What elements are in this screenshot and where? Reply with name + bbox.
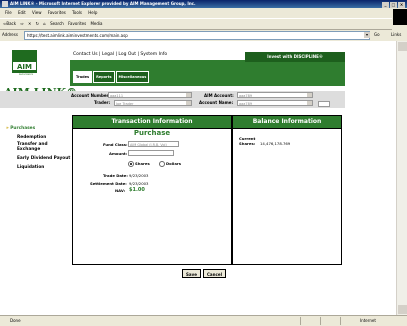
transaction-panel: Transaction Information Purchase Fund Cl… (72, 115, 232, 265)
refresh-button[interactable]: ↻ (36, 21, 39, 26)
chevron-down-icon (186, 93, 191, 97)
chevron-down-icon (307, 93, 312, 97)
shares-radio[interactable] (128, 161, 134, 167)
menu-favorites[interactable]: Favorites (48, 10, 66, 15)
shares-balance-value: 14,476,178.769 (260, 141, 291, 146)
trade-date-label: Trade Date: (103, 173, 128, 178)
back-button[interactable]: ⇦Back (3, 21, 16, 26)
settlement-date-value: 9/23/2003 (129, 181, 149, 186)
chevron-down-icon (307, 101, 312, 105)
favorites-button[interactable]: Favorites (68, 21, 86, 26)
nav-redemption[interactable]: Redemption (17, 135, 46, 140)
cancel-button[interactable]: Cancel (203, 269, 226, 278)
menu-tools[interactable]: Tools (72, 10, 82, 15)
windows-logo-icon (393, 9, 407, 25)
stop-button[interactable]: ✕ (28, 21, 31, 26)
shares-label: Shares: (239, 141, 256, 146)
fund-class-label: Fund Class: (103, 142, 128, 147)
ie-icon (2, 1, 8, 7)
status-bar: Done Internet (0, 315, 407, 326)
home-button[interactable]: ⌂ (43, 21, 46, 26)
dollars-option-label: Dollars (166, 161, 182, 166)
scroll-down-icon[interactable] (398, 305, 407, 314)
menu-view[interactable]: View (32, 10, 42, 15)
address-label: Address (2, 32, 18, 37)
menu-help[interactable]: Help (88, 10, 97, 15)
trader-select[interactable]: Joe Trader (114, 100, 192, 106)
dollars-radio[interactable] (159, 161, 165, 167)
account-name-extra-field[interactable] (318, 101, 330, 107)
amount-input[interactable] (128, 150, 174, 156)
page-content: AIM INVESTMENTS AIM LINK® © 2003 AIM Man… (0, 41, 396, 315)
fund-class-select[interactable]: AIM Global (I.R.B. Vol) (128, 141, 179, 147)
trader-label: Trader: (94, 100, 111, 105)
filter-side-background (0, 91, 70, 108)
status-divider (340, 317, 341, 325)
forward-button[interactable]: ⇨ (20, 21, 23, 26)
trade-date-value: 9/23/2003 (129, 173, 149, 178)
nav-label: NAV: (115, 188, 126, 193)
account-number-label: Account Number: (71, 93, 111, 98)
address-dropdown-icon[interactable]: ▾ (364, 32, 370, 38)
chevron-down-icon (186, 101, 191, 105)
vertical-scrollbar[interactable] (396, 41, 407, 315)
address-input[interactable]: https://test.aimlink.aiminvestments.com/… (24, 31, 370, 40)
links-button[interactable]: Links (391, 30, 401, 40)
transaction-title: Purchase (133, 129, 171, 137)
address-bar: Address https://test.aimlink.aiminvestme… (0, 30, 407, 40)
tab-reports[interactable]: Reports (93, 71, 115, 83)
menu-edit[interactable]: Edit (18, 10, 26, 15)
aim-logo-subtitle: INVESTMENTS (18, 74, 34, 76)
menu-file[interactable]: File (5, 10, 12, 15)
window-title: AIM LINK® - Microsoft Internet Explorer … (10, 1, 196, 6)
title-bar: AIM LINK® - Microsoft Internet Explorer … (0, 0, 407, 8)
aim-logo: AIM (12, 61, 37, 71)
aim-account-label: AIM Account: (204, 93, 234, 98)
browser-toolbar: ⇦Back ⇨ ✕ ↻ ⌂ Search Favorites Media (0, 18, 392, 30)
account-name-select[interactable]: aaa789 (237, 100, 313, 106)
nav-purchases[interactable]: » Purchases (6, 126, 35, 131)
arrow-right-icon: » (6, 126, 9, 131)
account-number-select[interactable]: aaa111 (108, 92, 192, 98)
save-button[interactable]: Save (182, 269, 201, 278)
menu-bar: File Edit View Favorites Tools Help (0, 9, 407, 17)
media-button[interactable]: Media (90, 21, 102, 26)
search-button[interactable]: Search (50, 21, 64, 26)
nav-liquidation[interactable]: Liquidation (17, 165, 44, 170)
account-name-label: Account Name: (199, 100, 234, 105)
balance-panel: Balance Information Current Shares: 14,4… (232, 115, 342, 265)
main-tabs: Trades Reports Miscellaneous (73, 71, 150, 83)
status-divider (300, 317, 301, 325)
shares-option-label: Shares (135, 161, 150, 166)
balance-header: Balance Information (233, 116, 341, 129)
tab-trades[interactable]: Trades (73, 71, 93, 83)
slogan: Invest with DISCIPLINE® (245, 52, 345, 62)
nav-transfer-exchange[interactable]: Transfer and Exchange (17, 142, 69, 152)
minimize-button[interactable]: _ (382, 2, 389, 8)
amount-label: Amount: (109, 151, 128, 156)
top-links[interactable]: Contact Us | Legal | Log Out | System In… (73, 52, 167, 57)
close-button[interactable]: × (398, 2, 405, 8)
aim-account-select[interactable]: aaa789 (237, 92, 313, 98)
nav-early-dividend[interactable]: Early Dividend Payout (17, 156, 70, 161)
scroll-up-icon[interactable] (398, 42, 407, 51)
nav-value: $1.00 (129, 187, 145, 193)
transaction-header: Transaction Information (73, 116, 231, 129)
settlement-date-label: Settlement Date: (90, 181, 127, 186)
maximize-button[interactable]: □ (390, 2, 397, 8)
status-divider (320, 317, 321, 325)
tab-miscellaneous[interactable]: Miscellaneous (115, 71, 150, 83)
go-button[interactable]: Go (374, 30, 380, 40)
window-controls: _ □ × (381, 1, 405, 8)
